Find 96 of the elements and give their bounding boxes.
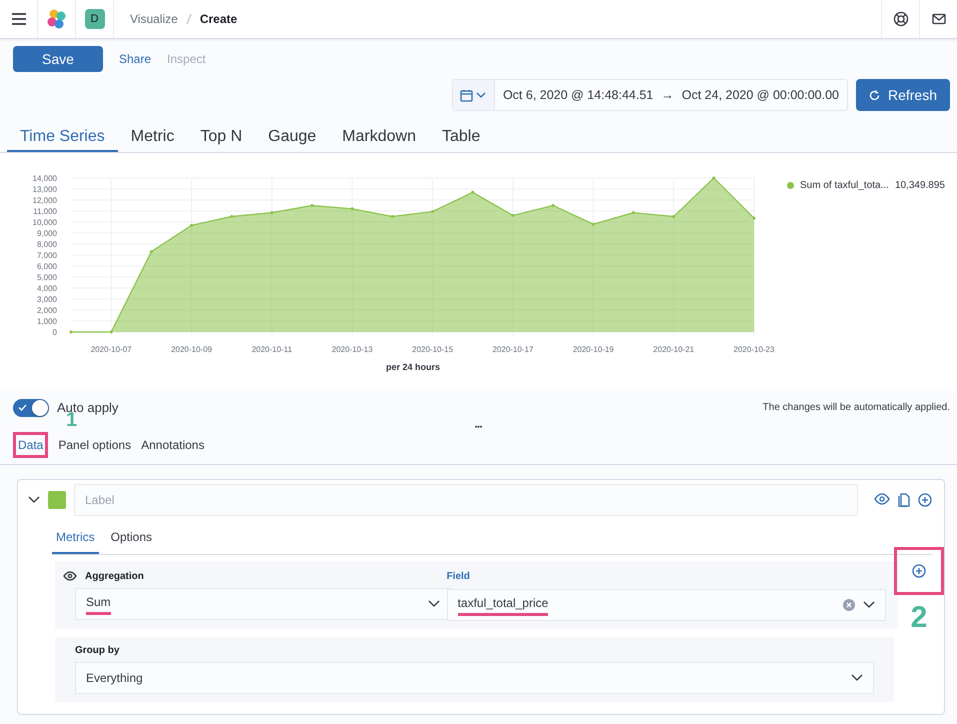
breadcrumb-link[interactable]: Visualize bbox=[130, 10, 178, 28]
x-tick-label: 2020-10-21 bbox=[653, 345, 694, 354]
add-icon bbox=[912, 564, 926, 578]
field-select[interactable]: taxful_total_price bbox=[446, 588, 886, 620]
x-tick-label: 2020-10-15 bbox=[412, 345, 454, 354]
data-point bbox=[110, 330, 113, 334]
y-tick-label: 7,000 bbox=[36, 251, 57, 260]
y-tick-label: 10,000 bbox=[32, 218, 57, 227]
data-point bbox=[70, 330, 72, 334]
date-arrow: → bbox=[661, 86, 674, 104]
series-color-swatch[interactable] bbox=[48, 490, 66, 508]
editor-tab[interactable]: Annotations bbox=[141, 432, 204, 458]
visualization-tab[interactable]: Table bbox=[428, 117, 494, 152]
eye-icon[interactable] bbox=[63, 571, 77, 581]
data-point bbox=[712, 176, 716, 180]
caret-icon bbox=[863, 601, 875, 608]
x-tick-label: 2020-10-19 bbox=[572, 345, 614, 354]
save-button[interactable]: Save bbox=[13, 46, 103, 72]
copy-icon[interactable] bbox=[898, 492, 910, 506]
caret-icon bbox=[476, 92, 486, 98]
metrics-tab[interactable]: Options bbox=[106, 524, 156, 554]
data-point bbox=[150, 250, 153, 254]
aggregation-select[interactable]: Sum bbox=[75, 588, 451, 620]
avatar[interactable]: D bbox=[84, 9, 104, 29]
data-point bbox=[632, 211, 635, 214]
caret-icon bbox=[428, 600, 440, 607]
x-tick-label: 2020-10-07 bbox=[90, 345, 132, 354]
x-tick-label: 2020-10-17 bbox=[492, 345, 534, 354]
y-tick-label: 12,000 bbox=[32, 196, 57, 205]
data-point bbox=[230, 215, 234, 218]
start-date[interactable]: Oct 6, 2020 @ 14:48:44.51 bbox=[494, 86, 662, 104]
legend-value: 10,349.895 bbox=[894, 179, 945, 193]
visualization-tab[interactable]: Markdown bbox=[329, 117, 429, 152]
data-point bbox=[190, 224, 194, 227]
data-point bbox=[552, 204, 555, 207]
breadcrumb-separator-icon bbox=[186, 13, 192, 25]
clear-icon[interactable] bbox=[843, 598, 855, 610]
refresh-button[interactable]: Refresh bbox=[856, 79, 950, 111]
add-icon[interactable] bbox=[918, 492, 932, 506]
metrics-tab[interactable]: Metrics bbox=[52, 524, 99, 554]
auto-apply-toggle[interactable] bbox=[13, 398, 49, 417]
y-tick-label: 5,000 bbox=[36, 273, 57, 282]
x-axis-title: per 24 hours bbox=[386, 362, 440, 372]
callout-number: 2 bbox=[910, 602, 928, 632]
editor-tab[interactable]: Data bbox=[13, 432, 48, 458]
data-point bbox=[672, 215, 676, 218]
mail-icon[interactable] bbox=[932, 13, 946, 25]
label-field[interactable]: Label bbox=[74, 484, 858, 516]
y-tick-label: 14,000 bbox=[32, 174, 57, 183]
data-point bbox=[270, 211, 274, 214]
field-label: Group by bbox=[75, 644, 120, 658]
toolbar-link[interactable]: Share bbox=[119, 50, 152, 68]
help-icon[interactable] bbox=[892, 11, 908, 27]
eye-icon[interactable] bbox=[874, 492, 890, 504]
visualization-tab[interactable]: Gauge bbox=[255, 117, 330, 152]
data-point bbox=[752, 216, 756, 220]
field-label: Aggregation bbox=[85, 570, 144, 584]
data-point bbox=[310, 204, 314, 207]
y-tick-label: 4,000 bbox=[36, 284, 57, 293]
data-point bbox=[511, 214, 514, 217]
logo-icon[interactable] bbox=[46, 8, 68, 30]
y-tick-label: 13,000 bbox=[32, 185, 57, 194]
add-metric-button[interactable] bbox=[894, 546, 944, 594]
editor-tab[interactable]: Panel options bbox=[58, 432, 132, 458]
auto-apply-note: The changes will be automatically applied. bbox=[762, 401, 950, 416]
date-quick-menu[interactable] bbox=[452, 80, 495, 110]
data-point bbox=[471, 190, 474, 194]
data-point bbox=[431, 210, 434, 214]
x-tick-label: 2020-10-23 bbox=[734, 345, 774, 354]
y-tick-label: 8,000 bbox=[36, 240, 57, 249]
y-tick-label: 1,000 bbox=[36, 317, 57, 326]
x-tick-label: 2020-10-09 bbox=[171, 345, 212, 354]
calendar-icon bbox=[460, 88, 474, 102]
data-point bbox=[592, 222, 595, 226]
caret-icon bbox=[851, 674, 863, 681]
x-tick-label: 2020-10-13 bbox=[332, 345, 373, 354]
chevron-icon[interactable] bbox=[28, 496, 40, 504]
breadcrumb-current: Create bbox=[200, 11, 238, 28]
data-point bbox=[350, 207, 354, 210]
field-label: Field bbox=[446, 570, 470, 584]
y-tick-label: 9,000 bbox=[36, 229, 57, 238]
group-by-select[interactable]: Everything bbox=[75, 662, 874, 694]
y-tick-label: 3,000 bbox=[36, 295, 57, 304]
check-icon bbox=[18, 404, 27, 411]
menu-icon[interactable] bbox=[10, 12, 26, 26]
y-tick-label: 11,000 bbox=[33, 207, 57, 216]
end-date[interactable]: Oct 24, 2020 @ 00:00:00.00 bbox=[674, 86, 847, 104]
refresh-icon bbox=[868, 90, 880, 100]
x-tick-label: 2020-10-11 bbox=[252, 345, 292, 354]
visualization-tab[interactable]: Top N bbox=[187, 117, 256, 152]
legend-label[interactable]: Sum of taxful_tota... bbox=[800, 178, 889, 193]
visualization-tab[interactable]: Metric bbox=[118, 117, 188, 152]
data-point bbox=[390, 215, 394, 218]
y-tick-label: 2,000 bbox=[36, 306, 57, 315]
y-tick-label: 6,000 bbox=[36, 262, 57, 271]
y-tick-label: 0 bbox=[52, 328, 57, 337]
